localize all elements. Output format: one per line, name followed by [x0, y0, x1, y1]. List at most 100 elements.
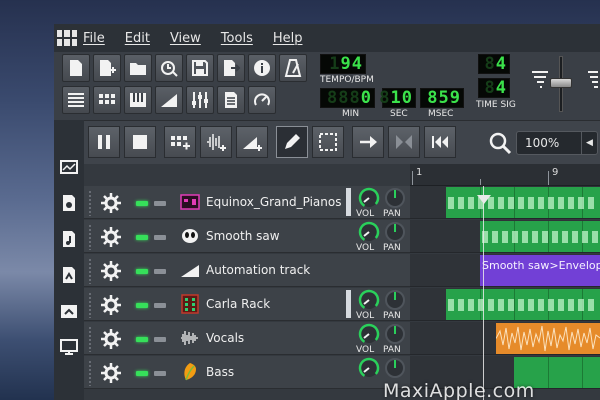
whats-this-button[interactable]	[248, 54, 276, 82]
mute-led[interactable]	[136, 269, 148, 274]
pan-knob[interactable]	[384, 357, 406, 379]
menu-tools[interactable]: Tools	[221, 31, 253, 46]
metronome-button[interactable]	[279, 54, 307, 82]
export-project-button[interactable]	[217, 54, 245, 82]
mute-led[interactable]	[136, 371, 148, 376]
zoom-dropdown-arrow-icon[interactable]: ◀	[581, 132, 597, 154]
sidebar-presets-icon[interactable]	[60, 266, 78, 284]
solo-led[interactable]	[154, 303, 166, 308]
track-drag-handle[interactable]	[88, 258, 92, 284]
pattern-editor-button[interactable]	[93, 86, 121, 114]
pan-knob[interactable]	[384, 323, 406, 345]
solo-led[interactable]	[154, 269, 166, 274]
piano-roll-button[interactable]	[124, 86, 152, 114]
sidebar-plugins-icon[interactable]	[60, 158, 78, 176]
track-drag-handle[interactable]	[88, 360, 92, 386]
track-lane[interactable]	[410, 220, 600, 253]
tempo-display[interactable]: 1 94	[320, 54, 366, 74]
track-name[interactable]: Carla Rack	[206, 297, 270, 311]
pause-button[interactable]	[88, 126, 120, 158]
solo-led[interactable]	[154, 235, 166, 240]
menu-file[interactable]: File	[83, 31, 105, 46]
mute-led[interactable]	[136, 235, 148, 240]
zoom-select[interactable]: 100% ◀	[516, 131, 598, 155]
volume-knob[interactable]	[358, 289, 380, 311]
solo-led[interactable]	[154, 371, 166, 376]
new-from-template-button[interactable]	[93, 54, 121, 82]
edit-select-mode-button[interactable]	[312, 126, 344, 158]
track-name[interactable]: Bass	[206, 365, 234, 379]
track-drag-handle[interactable]	[88, 292, 92, 318]
zoom-value: 100%	[525, 136, 560, 150]
save-project-button[interactable]	[186, 54, 214, 82]
sample-waveform	[496, 325, 600, 352]
volume-knob[interactable]	[358, 357, 380, 379]
track-selector-bar[interactable]	[346, 188, 351, 216]
stop-button[interactable]	[124, 126, 156, 158]
volume-knob[interactable]	[358, 221, 380, 243]
pattern-clip[interactable]	[480, 221, 600, 252]
sidebar-samples-icon[interactable]	[60, 230, 78, 248]
song-editor-button[interactable]	[62, 86, 90, 114]
main-toolbar: 1 94 TEMPO/BPM 888 0 8 10 859 MIN SEC MSEC …	[54, 52, 600, 120]
mute-led[interactable]	[136, 201, 148, 206]
playhead-marker[interactable]	[477, 195, 491, 204]
pattern-clip[interactable]	[446, 289, 600, 320]
volume-knob[interactable]	[358, 187, 380, 209]
sidebar-projects-icon[interactable]	[60, 194, 78, 212]
new-project-button[interactable]	[62, 54, 90, 82]
track-name[interactable]: Smooth saw	[206, 229, 280, 243]
time-signature-numerator[interactable]: 84	[478, 54, 510, 74]
pan-knob[interactable]	[384, 289, 406, 311]
track-lane[interactable]	[410, 288, 600, 321]
volume-knob[interactable]	[358, 323, 380, 345]
draw-mode-button[interactable]	[276, 126, 308, 158]
mute-led[interactable]	[136, 303, 148, 308]
track-settings-gear-icon[interactable]	[100, 192, 122, 214]
track-settings-gear-icon[interactable]	[100, 260, 122, 282]
track-lane[interactable]	[410, 322, 600, 355]
add-sample-track-button[interactable]	[200, 126, 232, 158]
track-settings-gear-icon[interactable]	[100, 362, 122, 384]
add-automation-track-button[interactable]	[236, 126, 268, 158]
timeline-ruler[interactable]: 1 9	[410, 164, 600, 186]
track-lane[interactable]: Smooth saw>Envelop	[410, 254, 600, 287]
controller-rack-button[interactable]	[248, 86, 276, 114]
track-drag-handle[interactable]	[88, 224, 92, 250]
project-notes-button[interactable]	[217, 86, 245, 114]
track-name[interactable]: Equinox_Grand_Pianos	[206, 195, 342, 209]
track-settings-gear-icon[interactable]	[100, 226, 122, 248]
sidebar-computer-icon[interactable]	[60, 338, 78, 356]
mute-led[interactable]	[136, 337, 148, 342]
track-name[interactable]: Vocals	[206, 331, 244, 345]
mixer-button[interactable]	[186, 86, 214, 114]
stop-behaviour-button[interactable]	[424, 126, 456, 158]
pattern-clip[interactable]	[446, 187, 600, 218]
open-project-button[interactable]	[124, 54, 152, 82]
solo-led[interactable]	[154, 337, 166, 342]
app-menu-icon[interactable]	[57, 30, 77, 46]
menu-help[interactable]: Help	[273, 31, 303, 46]
sidebar-home-icon[interactable]	[60, 302, 78, 320]
pan-knob[interactable]	[384, 221, 406, 243]
track-drag-handle[interactable]	[88, 190, 92, 216]
recent-projects-button[interactable]	[155, 54, 183, 82]
automation-clip[interactable]: Smooth saw>Envelop	[480, 255, 600, 286]
track-lane[interactable]	[410, 186, 600, 219]
sample-clip[interactable]	[496, 323, 600, 354]
pan-knob[interactable]	[384, 187, 406, 209]
solo-led[interactable]	[154, 201, 166, 206]
menu-view[interactable]: View	[170, 31, 201, 46]
automation-editor-button[interactable]	[155, 86, 183, 114]
track-selector-bar[interactable]	[346, 290, 351, 318]
loop-points-button[interactable]	[388, 126, 420, 158]
master-volume-handle[interactable]	[550, 78, 572, 88]
track-settings-gear-icon[interactable]	[100, 328, 122, 350]
auto-scroll-button[interactable]	[352, 126, 384, 158]
track-name[interactable]: Automation track	[206, 263, 310, 277]
time-signature-denominator[interactable]: 84	[478, 78, 510, 98]
menu-edit[interactable]: Edit	[125, 31, 150, 46]
track-settings-gear-icon[interactable]	[100, 294, 122, 316]
add-pattern-track-button[interactable]	[164, 126, 196, 158]
track-drag-handle[interactable]	[88, 326, 92, 352]
